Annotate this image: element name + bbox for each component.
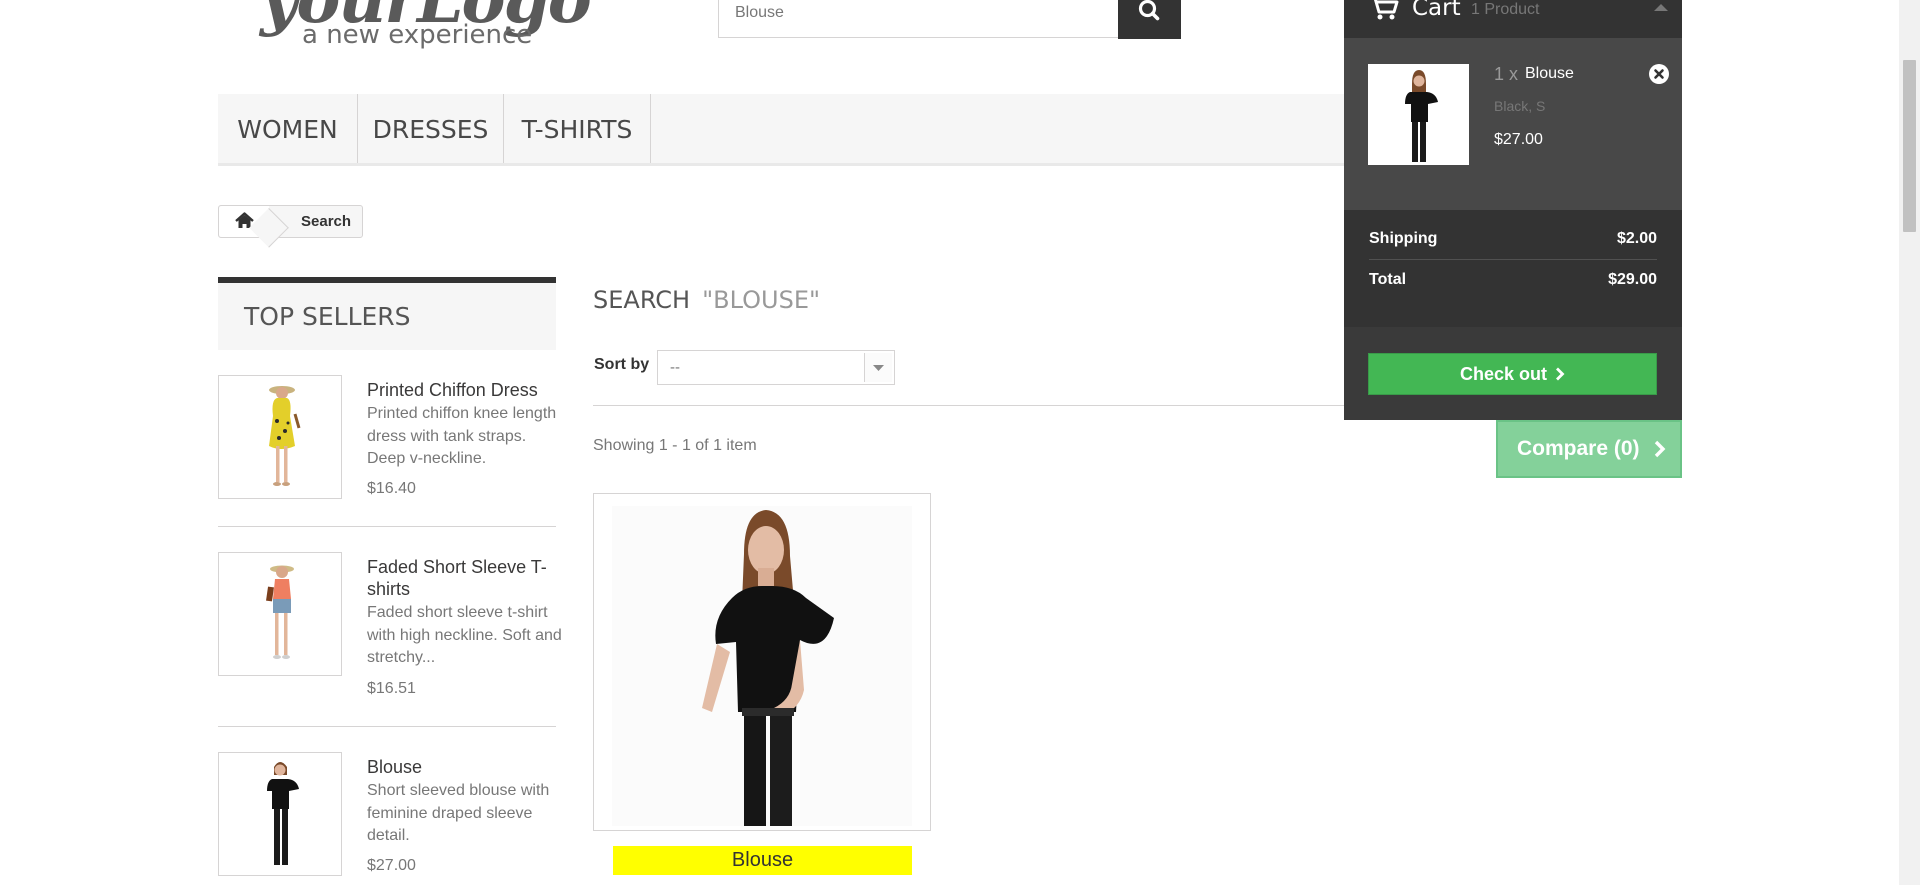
top-seller-item: Printed Chiffon Dress Printed chiffon kn… [218,375,556,528]
total-label: Total [1369,271,1407,288]
blouse-thumbnail-image [1405,70,1438,162]
page-heading: SEARCH "BLOUSE" [593,286,820,314]
product-thumbnail[interactable] [218,752,342,876]
sort-select[interactable]: -- [657,350,895,385]
cart-title: Cart [1412,0,1461,21]
breadcrumb: Search [218,205,363,248]
compare-button[interactable]: Compare (0) [1496,420,1682,478]
compare-label: Compare (0) [1517,437,1640,460]
menu-item-women[interactable]: WOMEN [218,94,358,163]
cart-product-thumbnail[interactable] [1368,64,1469,165]
product-description: Faded short sleeve t-shirt with high nec… [367,604,562,666]
heading-label: SEARCH [593,286,691,314]
divider [218,526,556,527]
checkout-label: Check out [1459,364,1547,384]
cart-item-quantity: 1 x [1494,64,1519,84]
scrollbar-thumb[interactable] [1903,60,1916,232]
shopping-cart-icon [1374,0,1399,20]
divider [1369,259,1657,260]
blouse-product-image [612,506,912,826]
search-input-value: Blouse [735,4,784,21]
close-icon [1654,69,1664,79]
menu-item-tshirts[interactable]: T-SHIRTS [504,94,651,163]
product-name-link[interactable]: Printed Chiffon Dress [367,379,538,401]
logo-tagline: a new experience [302,20,533,50]
cart-product-row: 1 x Blouse Black, S $27.00 [1344,38,1682,210]
product-name-link[interactable]: Blouse [367,756,422,778]
chevron-right-icon [1556,367,1565,381]
remove-item-button[interactable] [1649,64,1669,84]
checkout-button[interactable]: Check out [1368,353,1657,395]
product-name-link[interactable]: Faded Short Sleeve T-shirts [367,556,562,600]
cart-header[interactable]: Cart 1 Product [1344,0,1682,38]
sort-select-value: -- [670,359,680,376]
chevron-up-icon [1654,4,1668,11]
chevron-right-icon [1654,440,1666,458]
woman-orange-tshirt-image [266,565,294,659]
woman-yellow-dress-image [269,386,301,486]
divider [218,726,556,727]
product-thumbnail[interactable] [218,375,342,499]
cart-item-price: $27.00 [1494,131,1543,148]
product-description: Printed chiffon knee length dress with t… [367,405,557,467]
chevron-down-icon [864,353,892,382]
product-price: $16.51 [367,680,416,697]
shipping-value: $2.00 [1616,230,1657,247]
product-image-link[interactable] [593,493,931,831]
breadcrumb-current: Search [301,213,352,230]
total-value: $29.00 [1608,271,1657,288]
shipping-label: Shipping [1369,230,1438,247]
result-count: Showing 1 - 1 of 1 item [593,437,757,454]
menu-item-dresses[interactable]: DRESSES [358,94,504,163]
top-seller-item: Faded Short Sleeve T-shirts Faded short … [218,552,562,707]
top-seller-item: Blouse Short sleeved blouse with feminin… [218,752,556,885]
search-button[interactable] [1118,0,1181,39]
site-logo[interactable]: yourLogo a new experience [255,0,615,53]
cart-dropdown: Cart 1 Product 1 x Blouse Black, S $27.0… [1344,0,1682,420]
content-divider [593,405,1368,406]
product-price: $27.00 [367,857,416,874]
top-sellers-title: TOP SELLERS [244,302,411,331]
woman-black-blouse-image [267,762,299,865]
search-input[interactable]: Blouse [718,0,1118,38]
search-query-label: "BLOUSE" [702,286,821,314]
product-price: $16.40 [367,480,416,497]
product-description: Short sleeved blouse with feminine drape… [367,782,550,844]
top-sellers-header[interactable]: TOP SELLERS [218,277,556,350]
cart-quantity: 1 Product [1471,1,1540,18]
cart-item-name-link[interactable]: Blouse [1525,65,1574,83]
product-thumbnail[interactable] [218,552,342,676]
cart-item-attributes: Black, S [1494,98,1546,114]
search-icon [1138,0,1160,21]
page-scrollbar[interactable] [1899,0,1920,885]
product-name-link[interactable]: Blouse [613,846,912,875]
sort-by-label: Sort by [594,356,650,373]
